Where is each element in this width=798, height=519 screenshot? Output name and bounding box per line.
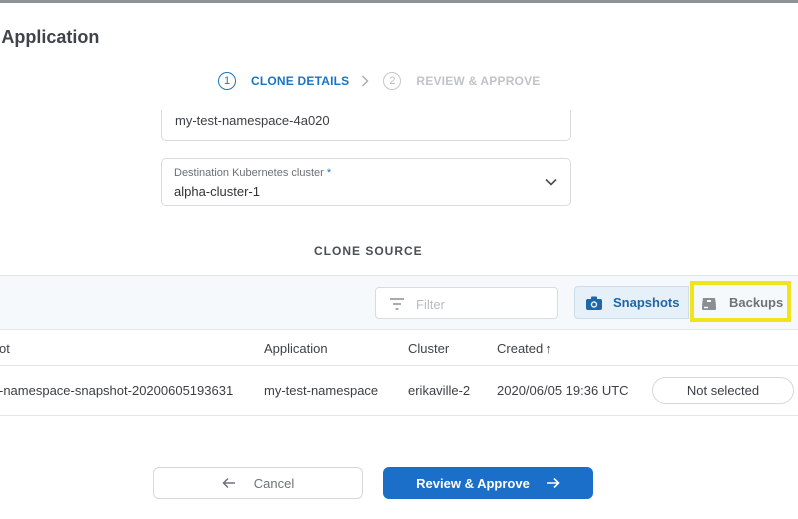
chevron-right-icon xyxy=(361,75,369,87)
step-2-number: 2 xyxy=(383,72,402,90)
step-1-label: CLONE DETAILS xyxy=(251,74,350,88)
table-row[interactable]: -namespace-snapshot-20200605193631 my-te… xyxy=(0,366,798,416)
snapshots-tab-label: Snapshots xyxy=(613,295,680,310)
clone-source-toolbar: Snapshots Backups xyxy=(0,275,798,330)
review-approve-button[interactable]: Review & Approve xyxy=(383,467,593,499)
column-header-cluster[interactable]: Cluster xyxy=(408,341,449,356)
required-mark: * xyxy=(326,167,332,179)
sort-ascending-icon: ↑ xyxy=(545,341,552,356)
step-2-label: REVIEW & APPROVE xyxy=(416,74,541,88)
row-snapshot-name: -namespace-snapshot-20200605193631 xyxy=(0,383,234,398)
filter-icon xyxy=(390,298,404,310)
filter-input[interactable] xyxy=(416,295,546,313)
namespace-field[interactable]: my-test-namespace-4a020 xyxy=(161,110,571,141)
cluster-label-text: Destination Kubernetes cluster xyxy=(174,167,324,179)
wizard-stepper: 1 CLONE DETAILS 2 REVIEW & APPROVE xyxy=(218,71,541,91)
review-approve-label: Review & Approve xyxy=(416,475,530,491)
clone-source-title: CLONE SOURCE xyxy=(314,244,423,258)
cluster-field-label: Destination Kubernetes cluster * xyxy=(174,167,331,179)
cancel-button[interactable]: Cancel xyxy=(153,467,363,499)
step-1-number: 1 xyxy=(218,72,236,90)
row-application: my-test-namespace xyxy=(264,383,379,398)
camera-icon xyxy=(586,296,602,310)
table-header: ot Application Cluster Created ↑ xyxy=(0,330,798,366)
chevron-down-icon[interactable] xyxy=(544,175,558,189)
page-title: e Application xyxy=(0,27,100,47)
filter-field[interactable] xyxy=(375,287,558,319)
cancel-button-label: Cancel xyxy=(253,475,295,491)
namespace-value: my-test-namespace-4a020 xyxy=(175,113,330,128)
backups-highlight xyxy=(690,281,791,322)
created-header-label: Created xyxy=(497,341,544,356)
cluster-select[interactable]: Destination Kubernetes cluster * alpha-c… xyxy=(161,158,571,206)
select-source-button[interactable]: Not selected xyxy=(652,377,794,404)
snapshots-tab[interactable]: Snapshots xyxy=(574,286,689,319)
arrow-left-icon xyxy=(222,477,235,489)
column-header-created[interactable]: Created ↑ xyxy=(497,341,552,356)
row-created: 2020/06/05 19:36 UTC xyxy=(497,383,629,398)
column-header-application[interactable]: Application xyxy=(264,341,328,356)
column-header-name[interactable]: ot xyxy=(0,341,10,356)
top-divider xyxy=(0,0,798,3)
cluster-value: alpha-cluster-1 xyxy=(174,184,260,199)
arrow-right-icon xyxy=(546,477,560,489)
row-cluster: erikaville-2 xyxy=(408,383,471,398)
